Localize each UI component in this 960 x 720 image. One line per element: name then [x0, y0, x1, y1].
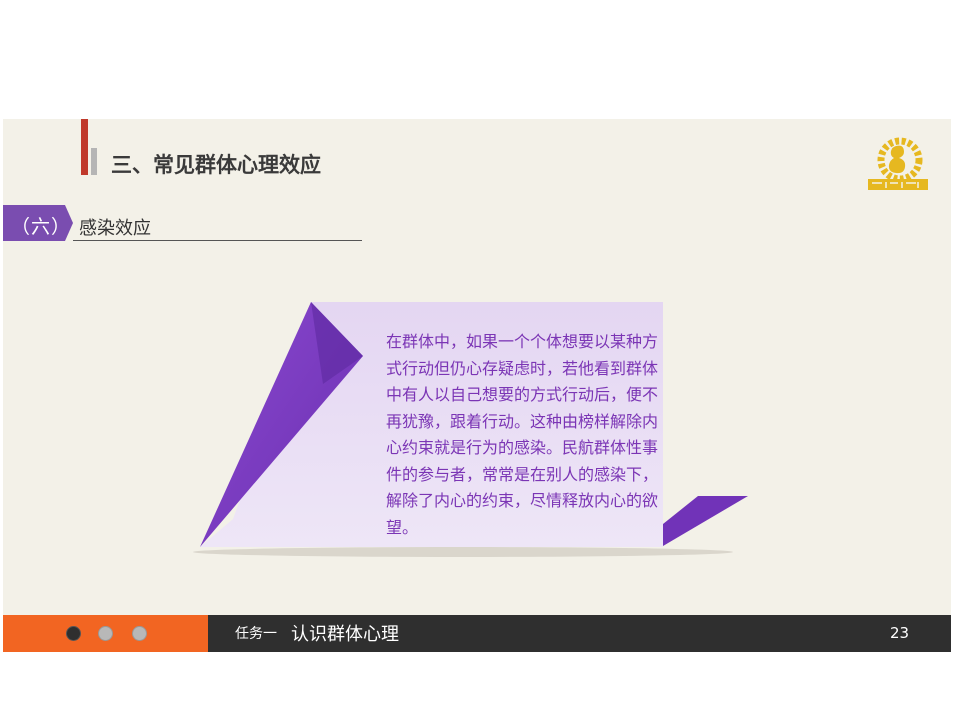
footer-task-title: 认识群体心理 — [291, 624, 399, 645]
subsection-title: 感染效应 — [79, 218, 151, 239]
nav-dot-3[interactable] — [132, 626, 147, 641]
subsection-underline — [73, 240, 362, 241]
title-accent-bar-secondary — [91, 148, 97, 175]
section-title: 三、常见群体心理效应 — [111, 153, 321, 177]
subsection-number: （六） — [11, 216, 72, 238]
nav-dot-1[interactable] — [66, 626, 81, 641]
nav-dot-2[interactable] — [98, 626, 113, 641]
note-paragraph: 在群体中，如果一个个体想要以某种方式行动但仍心存疑虑时，若他看到群体中有人以自己… — [386, 332, 659, 537]
slide-canvas: 三、常见群体心理效应 （六） 感染效应 在群体中，如果一个个体想要以某种方式行动… — [3, 119, 951, 652]
footer-nav-panel — [3, 615, 208, 652]
title-accent-bar — [81, 119, 88, 175]
footer-bar: 任务一 认识群体心理 23 — [3, 615, 951, 652]
footer-task-label: 任务一 — [235, 626, 277, 642]
page-number: 23 — [890, 624, 910, 642]
logo-icon — [868, 137, 928, 190]
